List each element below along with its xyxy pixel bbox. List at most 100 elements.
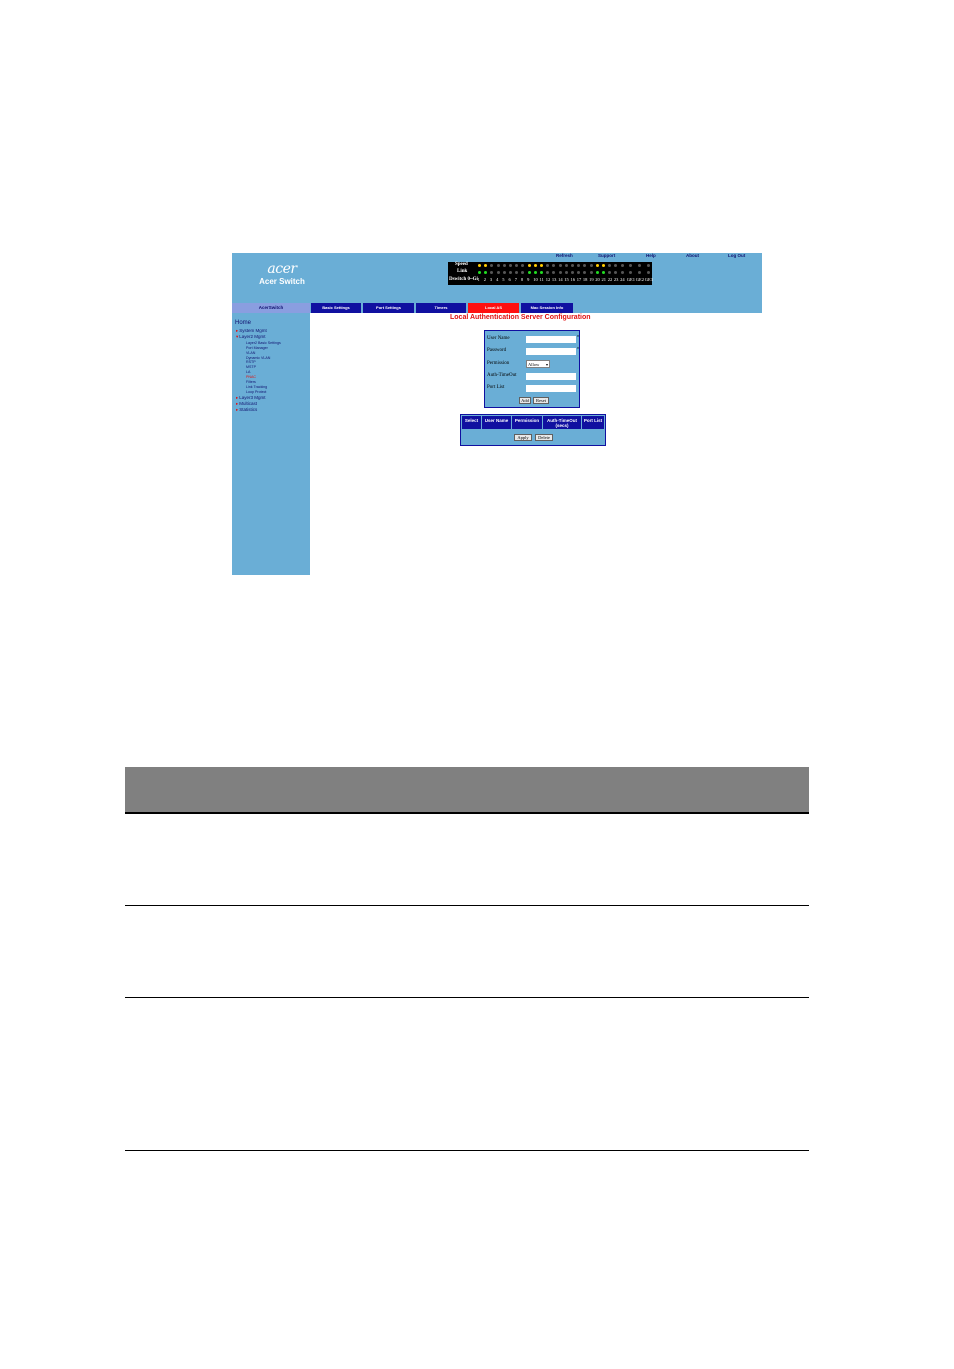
refresh-link[interactable]: Refresh	[556, 253, 573, 258]
top-links: Refresh Support Help About Log Out	[552, 253, 762, 261]
link-led	[589, 271, 593, 274]
user-name-input[interactable]	[526, 336, 576, 343]
speed-led	[564, 264, 568, 267]
speed-led	[608, 264, 612, 267]
port-number: 23	[613, 277, 619, 282]
sidebar-subitem-loop-protect[interactable]: Loop Protect	[246, 390, 266, 394]
speed-led	[509, 264, 512, 267]
logout-link[interactable]: Log Out	[728, 253, 745, 258]
sidebar-subitem-link-tracking[interactable]: Link Tracking	[246, 385, 267, 389]
speed-led	[540, 264, 543, 267]
speed-led-row: Speed	[448, 262, 652, 269]
sidebar-subitem-rstp[interactable]: RSTP	[246, 360, 256, 364]
acer-logo: acer	[267, 261, 297, 277]
sidebar-item-label: Layer3 Mgmt	[239, 395, 266, 400]
delete-button[interactable]: Delete	[535, 434, 553, 441]
link-led	[620, 271, 624, 274]
port-number: 7	[514, 277, 517, 282]
arrow-icon: ▸	[236, 401, 239, 406]
speed-led	[614, 264, 618, 267]
apply-button[interactable]: Apply	[514, 434, 532, 441]
port-number: 5	[502, 277, 505, 282]
sidebar-subitem-layer2-basic-settings[interactable]: Layer2 Basic Settings	[246, 341, 281, 345]
port-number: 24	[620, 277, 625, 282]
link-led	[637, 271, 641, 274]
add-button[interactable]: Add	[519, 397, 531, 404]
link-led	[577, 271, 581, 274]
sidebar-header: AcerSwitch	[232, 303, 310, 313]
permission-value: Allow	[528, 362, 540, 367]
port-number: 3	[489, 277, 493, 282]
tab-basic-settings[interactable]: Basic Settings	[311, 303, 361, 313]
speed-led	[484, 264, 488, 267]
sidebar-item-layer2-mgmt[interactable]: ▾Layer2 Mgmt	[236, 334, 266, 340]
link-led	[571, 271, 574, 274]
sidebar-item-label: Layer2 Mgmt	[239, 334, 266, 339]
speed-led	[552, 264, 556, 267]
sidebar-subitem-filters[interactable]: Filters	[246, 380, 256, 384]
users-table-header: Select User Name Permission Auth-TimeOut…	[462, 416, 604, 429]
speed-led	[628, 264, 632, 267]
speed-led	[571, 264, 574, 267]
password-input[interactable]	[526, 348, 576, 355]
tab-timers[interactable]: Timers	[416, 303, 466, 313]
auth-timeout-input[interactable]	[526, 373, 576, 380]
sidebar-subitem-port-manager[interactable]: Port Manager	[246, 346, 268, 350]
port-list-input[interactable]	[526, 385, 576, 392]
permission-label: Permission	[487, 361, 510, 366]
link-led	[509, 271, 512, 274]
port-number-row: Dswitch 0~Gi 1 2 3 4 5 6 7 8 9 10 11 12 13 14 15 16 17 18…	[448, 276, 653, 283]
chevron-down-icon: ▾	[545, 362, 548, 367]
speed-led	[527, 264, 531, 267]
link-led	[540, 271, 543, 274]
link-led	[527, 271, 531, 274]
port-number: 8	[520, 277, 524, 282]
port-status-panel: Speed Link Dswitch 0~Gi 1 2 3 4 5 6 7 8 9 10 11 12 1…	[448, 262, 653, 285]
sidebar-subitem-pnac[interactable]: PNAC	[246, 375, 256, 379]
speed-led	[502, 264, 506, 267]
port-number: 19	[589, 277, 594, 282]
speed-led	[490, 264, 494, 267]
link-led	[533, 271, 537, 274]
tab-port-settings[interactable]: Port Settings	[363, 303, 414, 313]
link-led	[502, 271, 506, 274]
port-number: 16	[570, 277, 576, 282]
sidebar-subitem-la[interactable]: LA	[246, 370, 250, 374]
port-number: 13	[551, 277, 557, 282]
switch-web-ui-screenshot: acer Acer Switch Refresh Support Help Ab…	[232, 253, 762, 575]
link-led	[478, 271, 481, 274]
link-led	[646, 271, 650, 274]
speed-led	[496, 264, 500, 267]
link-led	[614, 271, 618, 274]
tab-local-as[interactable]: Local AS	[468, 303, 519, 313]
speed-led	[515, 264, 519, 267]
link-led	[558, 271, 562, 274]
permission-select[interactable]: Allow ▾	[526, 360, 550, 368]
port-list-label: Port List	[487, 385, 505, 390]
help-link[interactable]: Help	[646, 253, 656, 258]
link-label: Link	[457, 269, 468, 274]
speed-led	[583, 264, 587, 267]
column-header: User Name	[482, 416, 512, 429]
password-label: Password	[487, 348, 507, 353]
link-led	[490, 271, 494, 274]
sidebar-home[interactable]: Home	[235, 320, 251, 326]
uplink-port-label: GE2	[635, 277, 645, 282]
port-number: 9	[527, 277, 530, 282]
about-link[interactable]: About	[686, 253, 699, 258]
uplink-port-label: GE1	[626, 277, 636, 282]
sidebar-subitem-mstp[interactable]: MSTP	[246, 365, 256, 369]
column-header: Permission	[512, 416, 543, 429]
port-number: 21	[601, 277, 607, 282]
speed-led	[546, 264, 550, 267]
speed-led	[620, 264, 624, 267]
speed-led	[533, 264, 537, 267]
sidebar-subitem-vlan[interactable]: VLAN	[246, 351, 255, 355]
tab-mac-session-info[interactable]: Mac Session Info	[521, 303, 573, 313]
support-link[interactable]: Support	[598, 253, 615, 258]
link-led	[628, 271, 632, 274]
link-led	[595, 271, 599, 274]
reset-button[interactable]: Reset	[533, 397, 549, 404]
sidebar-item-statistics[interactable]: ▸Statistics	[236, 407, 257, 413]
port-number: 15	[564, 277, 569, 282]
